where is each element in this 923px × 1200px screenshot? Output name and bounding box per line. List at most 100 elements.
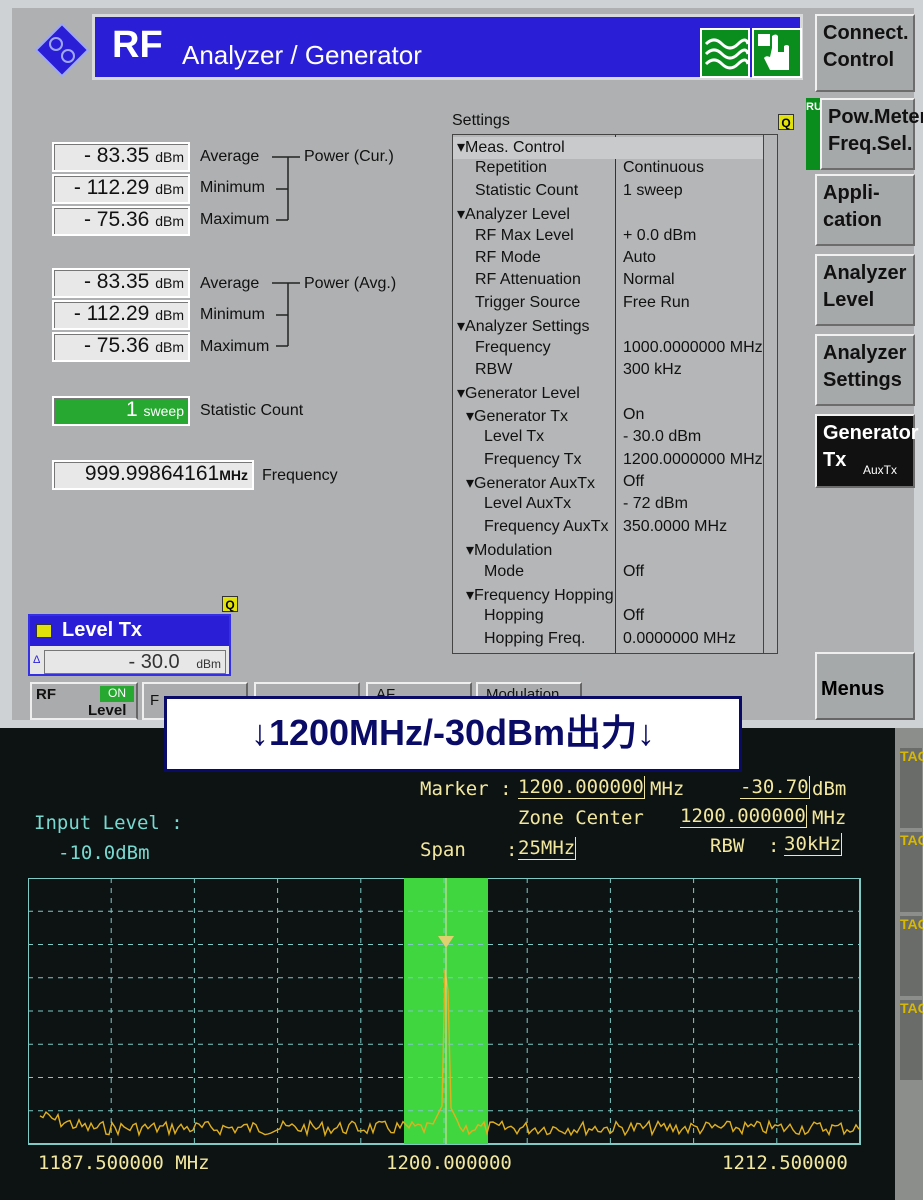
settings-value: Auto — [623, 249, 656, 266]
marker-level-unit: dBm — [812, 778, 847, 800]
settings-key: ▾Frequency Hopping — [466, 587, 614, 604]
q-badge-level[interactable]: Q — [222, 596, 238, 612]
run-indicator: RUN — [806, 98, 830, 170]
level-tx-input[interactable]: - 30.0 dBm — [44, 650, 226, 674]
settings-row[interactable]: Trigger Source Free Run — [453, 294, 763, 316]
settings-row[interactable]: ▾Analyzer Level — [453, 204, 763, 226]
settings-key: Frequency AuxTx — [484, 517, 609, 535]
tag-tab-4[interactable]: TAG — [900, 1000, 923, 1080]
zone-center-value[interactable]: 1200.000000 — [680, 805, 807, 828]
rbw-label: RBW — [710, 835, 745, 857]
settings-row[interactable]: ▾Analyzer Settings — [453, 316, 763, 338]
settings-value: - 30.0 dBm — [623, 428, 702, 446]
label-average: Average — [200, 148, 260, 165]
level-tx-dialog[interactable]: Level Tx Δ - 30.0 dBm — [28, 614, 231, 676]
settings-row[interactable]: ▾Generator Level — [453, 383, 763, 405]
label-average-2: Average — [200, 275, 260, 292]
settings-row[interactable]: Frequency 1000.0000000 MHz — [453, 339, 763, 361]
settings-row[interactable]: ▾Generator Tx On — [453, 406, 763, 428]
settings-key: Statistic Count — [475, 181, 579, 199]
analyzer-settings-button[interactable]: Analyzer Settings — [815, 334, 915, 406]
hand-icon[interactable] — [752, 28, 802, 78]
settings-row[interactable]: Hopping Freq. 0.0000000 MHz — [453, 630, 763, 652]
delta-icon: Δ — [33, 654, 41, 666]
zone-center-unit: MHz — [812, 807, 847, 829]
application-button[interactable]: Appli- cation — [815, 174, 915, 246]
settings-key: Level AuxTx — [484, 495, 572, 513]
settings-value: Normal — [623, 271, 675, 289]
settings-row[interactable]: Repetition Continuous — [453, 159, 763, 181]
settings-key: Hopping Freq. — [484, 629, 586, 647]
tag-tab-3[interactable]: TAG — [900, 916, 923, 996]
settings-key: RF Attenuation — [475, 271, 581, 289]
settings-value: On — [623, 405, 645, 423]
rbw-value[interactable]: 30kHz — [784, 833, 843, 856]
tag-tab-1[interactable]: TAG — [900, 748, 923, 828]
power-cur-maximum: - 75.36 dBm — [52, 206, 190, 236]
settings-key: ▾Generator AuxTx — [466, 475, 595, 492]
settings-row[interactable]: RF Max Level + 0.0 dBm — [453, 227, 763, 249]
tab-rf[interactable]: RF ON Level — [30, 682, 138, 720]
frequency-label: Frequency — [262, 467, 338, 484]
checkbox-icon — [36, 624, 52, 638]
statistic-count-value: 1 sweep — [52, 396, 190, 426]
settings-row[interactable]: RF Mode Auto — [453, 249, 763, 271]
analyzer-level-button[interactable]: Analyzer Level — [815, 254, 915, 326]
title-rf: RF — [112, 24, 163, 66]
settings-key: RF Mode — [475, 249, 541, 266]
input-level-label: Input Level : — [34, 812, 183, 834]
settings-value: Off — [623, 562, 645, 580]
settings-key: ▾Meas. Control — [457, 139, 565, 156]
settings-row[interactable]: Hopping Off — [453, 607, 763, 629]
pow-meter-button[interactable]: Pow.Meter Freq.Sel. — [820, 98, 923, 170]
marker-freq[interactable]: 1200.000000 — [518, 776, 645, 799]
power-cur-average: - 83.35 dBm — [52, 142, 190, 172]
generator-tx-button[interactable]: Generator Tx AuxTx — [815, 414, 919, 488]
settings-row[interactable]: Statistic Count 1 sweep — [453, 182, 763, 204]
level-tx-title: Level Tx — [62, 619, 143, 641]
settings-row[interactable]: ▾Generator AuxTx Off — [453, 473, 763, 495]
settings-key: Hopping — [484, 607, 544, 625]
settings-list[interactable]: ▾Meas. Control Repetition Continuous Statis… — [452, 134, 778, 654]
connect-control-button[interactable]: Connect. Control — [815, 14, 915, 92]
settings-row[interactable]: ▾Meas. Control — [453, 137, 763, 159]
page-title: Analyzer / Generator — [182, 40, 422, 70]
settings-key: Repetition — [475, 159, 548, 177]
on-badge: ON — [100, 686, 134, 702]
settings-row[interactable]: RBW 300 kHz — [453, 361, 763, 383]
marker-level[interactable]: -30.70 — [740, 776, 810, 799]
settings-row[interactable]: Frequency AuxTx 350.0000 MHz — [453, 518, 763, 540]
tag-tab-2[interactable]: TAG — [900, 832, 923, 912]
settings-key: ▾Generator Tx — [466, 407, 568, 425]
settings-key: Trigger Source — [475, 293, 581, 311]
wave-icon[interactable] — [700, 28, 750, 78]
settings-scrollbar[interactable] — [763, 134, 777, 654]
power-avg-average: - 83.35 dBm — [52, 268, 190, 298]
spectrum-plot[interactable] — [28, 878, 862, 1146]
marker-freq-unit: MHz — [650, 778, 685, 800]
span-label: Span — [420, 839, 466, 861]
settings-row[interactable]: ▾Modulation — [453, 540, 763, 562]
menus-button[interactable]: Menus — [815, 652, 915, 720]
settings-row[interactable]: Frequency Tx 1200.0000000 MHz — [453, 451, 763, 473]
power-avg-group-label: Power (Avg.) — [304, 275, 397, 292]
settings-key: ▾Generator Level — [457, 385, 580, 403]
level-tx-header: Level Tx — [30, 616, 229, 646]
settings-key: ▾Modulation — [466, 542, 553, 560]
settings-key: Level Tx — [484, 428, 545, 446]
settings-value: 1 sweep — [623, 181, 683, 199]
settings-row[interactable]: Mode Off — [453, 563, 763, 585]
settings-row[interactable]: Level AuxTx - 72 dBm — [453, 495, 763, 517]
settings-row[interactable]: ▾Frequency Hopping — [453, 585, 763, 607]
settings-row[interactable]: Level Tx - 30.0 dBm — [453, 428, 763, 450]
settings-value: + 0.0 dBm — [623, 226, 697, 244]
q-badge[interactable]: Q — [778, 114, 794, 130]
span-value[interactable]: 25MHz — [518, 837, 577, 860]
freq-start: 1187.500000 MHz — [38, 1152, 210, 1174]
settings-value: Free Run — [623, 293, 690, 311]
settings-value: 300 kHz — [623, 361, 682, 378]
caption-banner: ↓1200MHz/-30dBm出力↓ — [164, 696, 742, 772]
settings-row[interactable]: RF Attenuation Normal — [453, 271, 763, 293]
auxtx-label: AuxTx — [862, 463, 897, 477]
freq-stop: 1212.500000 — [722, 1152, 848, 1174]
